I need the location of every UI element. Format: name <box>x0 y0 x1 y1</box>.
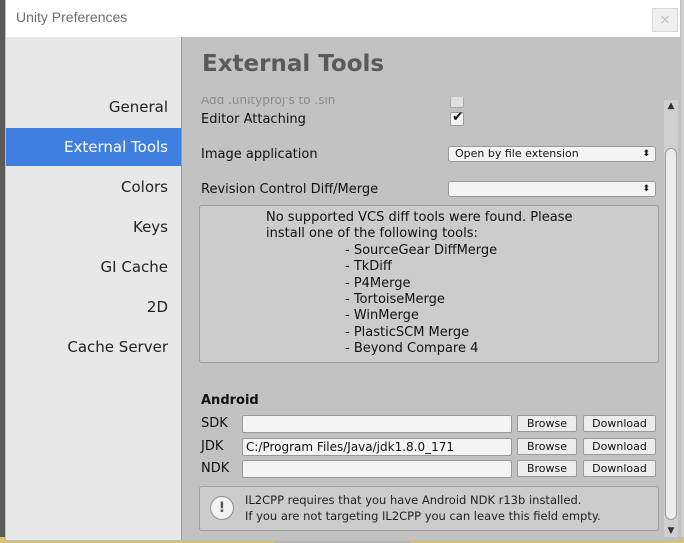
sidebar-item-keys[interactable]: Keys <box>6 208 181 246</box>
image-application-dropdown[interactable]: Open by file extension ⬍ <box>448 146 656 162</box>
preferences-window: Unity Preferences × General External Too… <box>6 0 680 540</box>
add-unityproj-checkbox[interactable] <box>450 97 464 108</box>
ndk-path-input[interactable] <box>242 460 512 478</box>
sidebar-item-label: Colors <box>121 178 168 196</box>
editor-attaching-checkbox[interactable]: ✔ <box>450 109 464 126</box>
sidebar-item-label: General <box>108 98 168 116</box>
close-icon[interactable]: × <box>652 8 678 32</box>
sidebar-item-label: GI Cache <box>100 258 168 276</box>
info-line: IL2CPP requires that you have Android ND… <box>245 493 582 507</box>
jdk-browse-button[interactable]: Browse <box>517 438 577 455</box>
info-line: If you are not targeting IL2CPP you can … <box>245 509 601 523</box>
image-application-value: Open by file extension <box>455 147 579 160</box>
editor-attaching-label: Editor Attaching <box>201 112 306 127</box>
vcs-tool-item: - WinMerge <box>345 308 419 323</box>
vertical-scrollbar[interactable]: ▲ ▼ <box>664 100 678 537</box>
jdk-download-button[interactable]: Download <box>583 438 656 455</box>
add-unityproj-label: Add .unityproj's to .sln <box>201 93 336 107</box>
scrollbar-thumb[interactable] <box>665 148 677 520</box>
jdk-path-input[interactable]: C:/Program Files/Java/jdk1.8.0_171 <box>242 438 512 456</box>
sidebar-item-gi-cache[interactable]: GI Cache <box>6 248 181 286</box>
vcs-tool-item: - Beyond Compare 4 <box>345 341 479 356</box>
vcs-tool-item: - TortoiseMerge <box>345 292 445 307</box>
il2cpp-info-box: ! IL2CPP requires that you have Android … <box>199 486 659 531</box>
sidebar-item-label: Keys <box>132 218 168 236</box>
ndk-browse-button[interactable]: Browse <box>517 460 577 477</box>
vcs-help-box: No supported VCS diff tools were found. … <box>199 205 659 363</box>
vcs-message-line: install one of the following tools: <box>266 226 478 241</box>
page-title: External Tools <box>202 51 385 77</box>
title-bar: Unity Preferences × <box>6 0 680 37</box>
sidebar-item-label: 2D <box>146 298 168 316</box>
revision-control-label: Revision Control Diff/Merge <box>201 182 379 197</box>
sdk-label: SDK <box>201 416 228 431</box>
sdk-download-button[interactable]: Download <box>583 415 656 432</box>
content-panel: External Tools Add .unityproj's to .sln … <box>182 37 680 540</box>
vcs-tool-item: - TkDiff <box>345 259 392 274</box>
check-icon: ✔ <box>452 109 464 125</box>
vcs-message-line: No supported VCS diff tools were found. … <box>266 210 573 225</box>
sidebar-item-external-tools[interactable]: External Tools <box>6 128 181 166</box>
sidebar-item-cache-server[interactable]: Cache Server <box>6 328 181 366</box>
jdk-label: JDK <box>201 439 224 454</box>
revision-control-dropdown[interactable]: ⬍ <box>448 181 656 197</box>
window-title: Unity Preferences <box>16 9 128 25</box>
info-icon: ! <box>210 496 234 520</box>
scroll-up-icon[interactable]: ▲ <box>665 100 677 112</box>
dropdown-arrows-icon: ⬍ <box>642 184 650 194</box>
sdk-browse-button[interactable]: Browse <box>517 415 577 432</box>
vcs-tool-item: - P4Merge <box>345 276 411 291</box>
sidebar-item-label: External Tools <box>64 138 168 156</box>
sidebar-item-2d[interactable]: 2D <box>6 288 181 326</box>
sidebar: General External Tools Colors Keys GI Ca… <box>6 37 182 540</box>
vcs-tool-item: - PlasticSCM Merge <box>345 325 470 340</box>
ndk-download-button[interactable]: Download <box>583 460 656 477</box>
dropdown-arrows-icon: ⬍ <box>642 149 650 159</box>
sidebar-item-general[interactable]: General <box>6 88 181 126</box>
vcs-tool-item: - SourceGear DiffMerge <box>345 243 498 258</box>
android-section-title: Android <box>201 393 259 408</box>
scroll-down-icon[interactable]: ▼ <box>665 525 677 537</box>
sdk-path-input[interactable] <box>242 415 512 433</box>
sidebar-item-colors[interactable]: Colors <box>6 168 181 206</box>
image-application-label: Image application <box>201 147 318 162</box>
sidebar-item-label: Cache Server <box>67 338 168 356</box>
ndk-label: NDK <box>201 461 230 476</box>
